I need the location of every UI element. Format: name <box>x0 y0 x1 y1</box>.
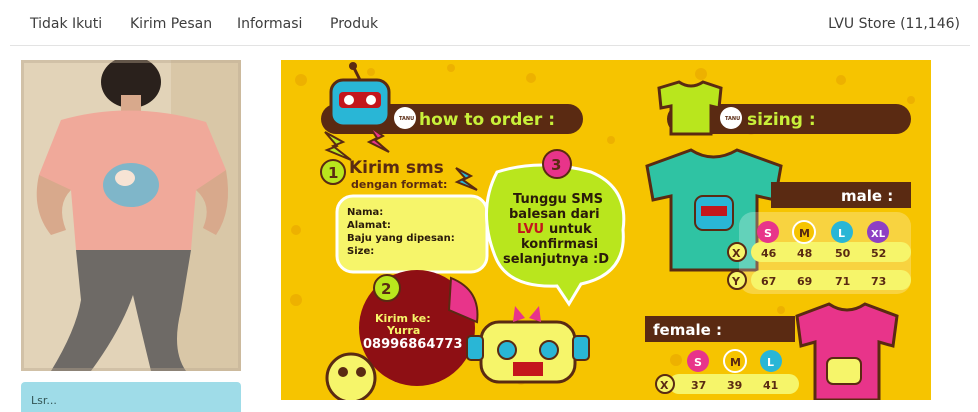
person-photo-illustration <box>21 60 241 371</box>
top-navigation-bar: Tidak Ikuti Kirim Pesan Informasi Produk… <box>10 0 970 46</box>
male-row-y-label: Y <box>731 275 741 288</box>
products-link[interactable]: Produk <box>330 16 378 32</box>
sizing-label: sizing : <box>747 110 816 130</box>
tanu-badge-left: TANU <box>399 116 414 122</box>
step3-line1: Tunggu SMS <box>513 192 603 207</box>
step2-number: 2 <box>381 280 391 298</box>
male-row-x-label: X <box>732 247 741 260</box>
female-label: female : <box>653 321 722 339</box>
form-field-address: Alamat: <box>347 220 391 231</box>
step2-phone: 08996864773 <box>363 337 463 352</box>
female-row-x-label: X <box>660 379 669 392</box>
step3-line5: selanjutnya :D <box>503 252 609 267</box>
female-tshirt-icon <box>795 302 899 400</box>
send-message-link[interactable]: Kirim Pesan <box>130 16 212 32</box>
lightning-icon <box>324 131 352 161</box>
unfollow-link[interactable]: Tidak Ikuti <box>30 16 102 32</box>
center-robot-icon <box>466 306 590 384</box>
male-y-xl: 73 <box>871 275 886 288</box>
robot-mascot-icon <box>329 62 391 128</box>
male-size-s: S <box>764 227 772 240</box>
tanu-badge-right: TANU <box>725 116 740 122</box>
form-field-name: Nama: <box>347 207 383 218</box>
form-field-size: Size: <box>347 246 374 257</box>
yellow-mascot-icon <box>325 352 377 400</box>
female-size-s: S <box>694 356 702 369</box>
profile-photo[interactable] <box>21 60 241 371</box>
male-y-l: 71 <box>835 275 850 288</box>
step3-number: 3 <box>551 156 561 174</box>
step3-brand: LVU <box>517 222 544 237</box>
form-field-item: Baju yang dipesan: <box>347 233 455 244</box>
male-size-xl: XL <box>871 229 886 240</box>
male-size-l: L <box>838 227 845 240</box>
female-x-m: 39 <box>727 379 742 392</box>
store-followers-link[interactable]: LVU Store (11,146) <box>828 16 960 32</box>
poster-graphic: how to order : TANU 1 Kirim sms dengan f… <box>290 62 915 400</box>
female-x-l: 41 <box>763 379 778 392</box>
info-box-text: Lsr... <box>31 394 57 407</box>
step1-subtitle: dengan format: <box>351 178 447 191</box>
male-size-m: M <box>799 227 810 240</box>
male-label: male : <box>841 187 893 205</box>
female-size-l: L <box>767 356 774 369</box>
male-x-l: 50 <box>835 247 851 260</box>
info-box: Lsr... <box>21 382 241 412</box>
step1-number: 1 <box>328 164 338 182</box>
female-x-s: 37 <box>691 379 706 392</box>
step1-title: Kirim sms <box>349 158 444 178</box>
step2-name: Yurra <box>386 324 420 337</box>
step3-line3: untuk <box>549 222 592 237</box>
how-to-order-label: how to order : <box>419 110 555 130</box>
step3-line2: balesan dari <box>509 207 600 222</box>
male-x-s: 46 <box>761 247 777 260</box>
male-y-s: 67 <box>761 275 776 288</box>
male-x-xl: 52 <box>871 247 886 260</box>
step3-line4: konfirmasi <box>521 237 598 252</box>
information-link[interactable]: Informasi <box>237 16 302 32</box>
female-size-m: M <box>730 356 741 369</box>
male-y-m: 69 <box>797 275 812 288</box>
green-tshirt-icon <box>657 80 723 136</box>
order-info-poster[interactable]: how to order : TANU 1 Kirim sms dengan f… <box>281 60 931 400</box>
male-x-m: 48 <box>797 247 812 260</box>
lightning-blue-icon <box>454 167 478 191</box>
